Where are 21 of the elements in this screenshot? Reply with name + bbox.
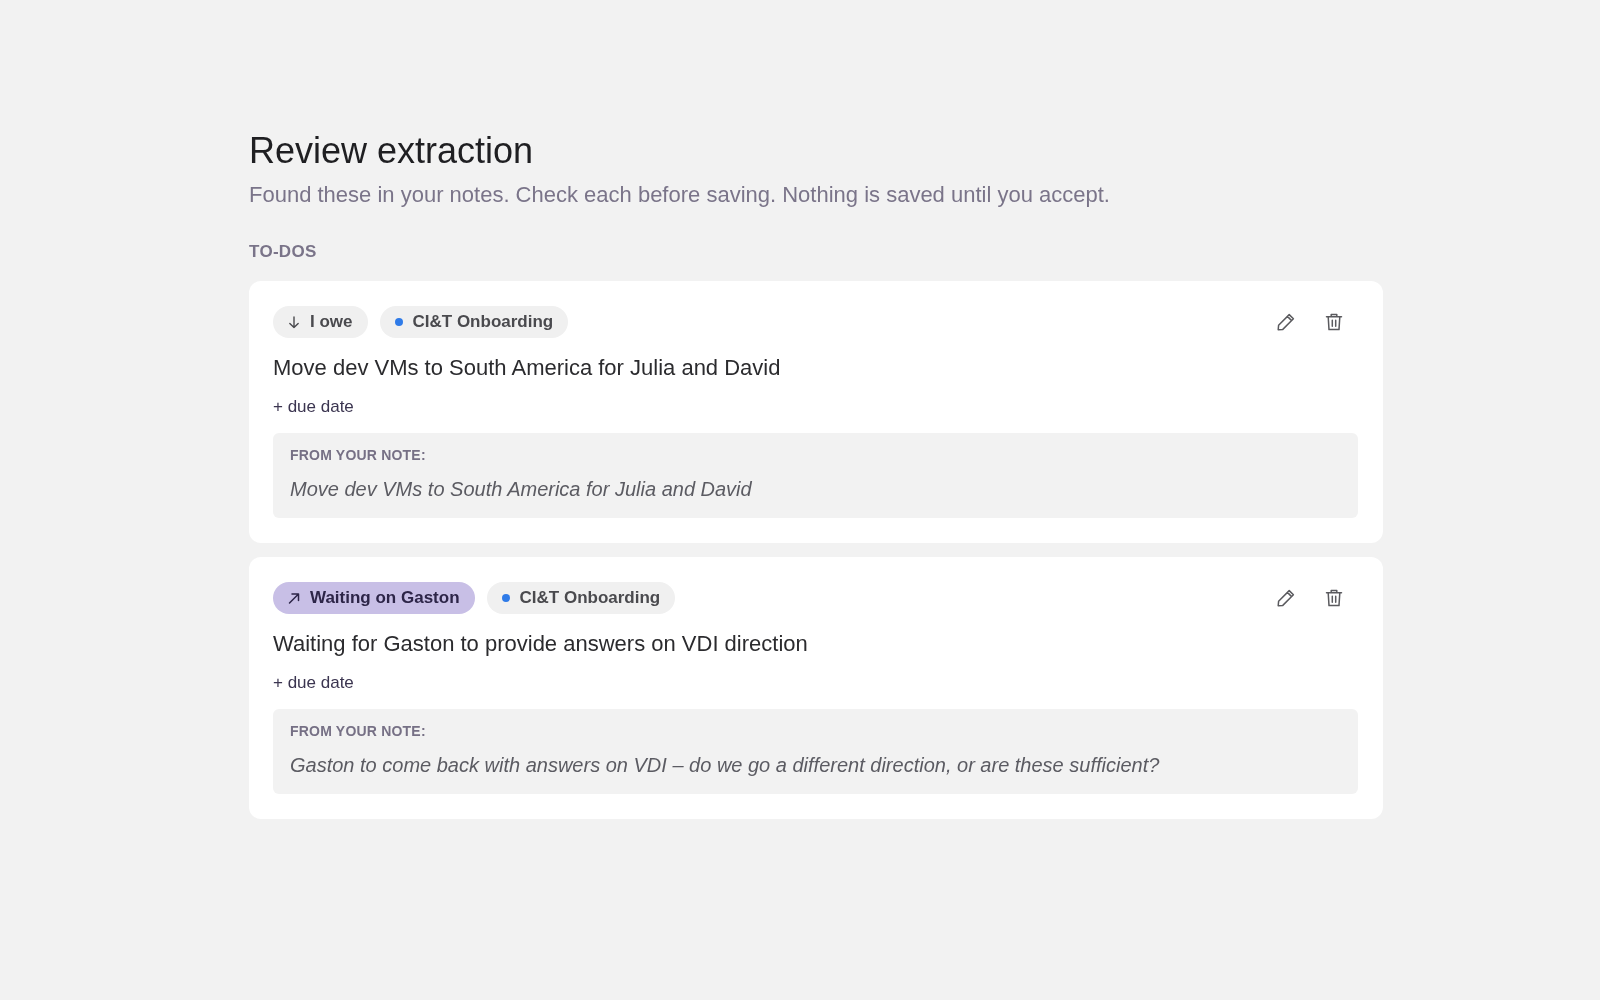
note-quote: Move dev VMs to South America for Julia and David bbox=[290, 477, 753, 502]
trash-icon bbox=[1324, 312, 1344, 332]
add-due-date-link[interactable]: + due date bbox=[273, 395, 354, 419]
note-quote: Gaston to come back with answers on VDI – do we go a different direction, or are these sufficient? bbox=[290, 753, 1161, 778]
note-label: FROM YOUR NOTE: bbox=[290, 722, 427, 741]
todo-title: Waiting for Gaston to provide answers on VDI direction bbox=[273, 630, 809, 658]
todo-title: Move dev VMs to South America for Julia and David bbox=[273, 354, 782, 382]
section-heading: TO-DOS bbox=[249, 241, 318, 263]
pencil-icon bbox=[1276, 588, 1296, 608]
note-label: FROM YOUR NOTE: bbox=[290, 446, 427, 465]
add-due-date-link[interactable]: + due date bbox=[273, 671, 354, 695]
arrow-up-right-icon bbox=[288, 591, 300, 605]
tag-label: CI&T Onboarding bbox=[412, 312, 554, 332]
pencil-icon bbox=[1276, 312, 1296, 332]
trash-icon bbox=[1324, 588, 1344, 608]
arrow-down-icon bbox=[288, 315, 300, 329]
page-subtitle: Found these in your notes. Check each before saving. Nothing is saved until you accept. bbox=[249, 181, 1111, 209]
tag-label: Waiting on Gaston bbox=[310, 588, 460, 608]
tag-label: CI&T Onboarding bbox=[519, 588, 661, 608]
page-title: Review extraction bbox=[249, 129, 535, 173]
tag-label: I owe bbox=[310, 312, 353, 332]
